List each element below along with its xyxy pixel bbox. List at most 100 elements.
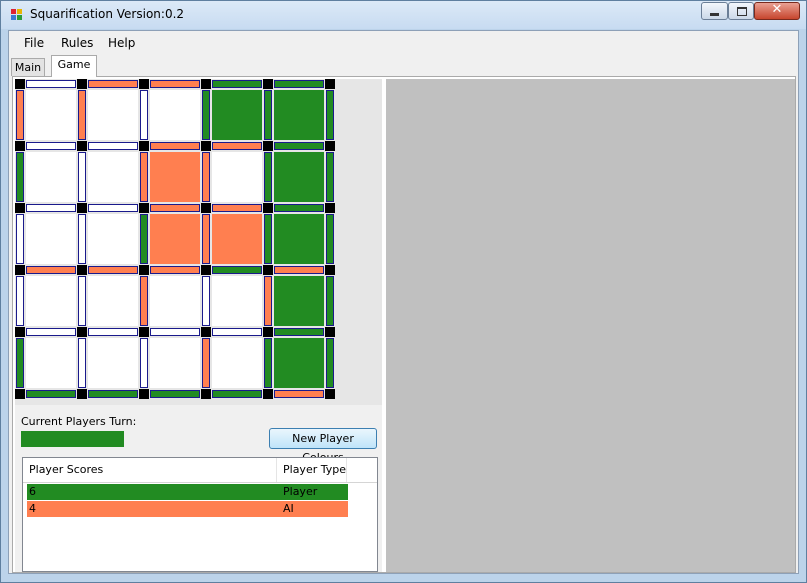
board-edge-vertical[interactable] (202, 90, 210, 140)
board-edge-vertical[interactable] (78, 152, 86, 202)
board-edge-vertical[interactable] (78, 338, 86, 388)
new-player-colours-button[interactable]: New Player Colours (269, 428, 377, 464)
board-edge-vertical[interactable] (16, 214, 24, 264)
board-edge-vertical[interactable] (202, 152, 210, 202)
board-edge-vertical[interactable] (264, 276, 272, 326)
tab-main[interactable]: Main (11, 58, 45, 76)
board-edge-horizontal[interactable] (274, 142, 324, 150)
board-edge-horizontal[interactable] (212, 142, 262, 150)
board-edge-vertical[interactable] (140, 152, 148, 202)
menu-rules[interactable]: Rules (61, 36, 93, 50)
board-edge-vertical[interactable] (264, 90, 272, 140)
board-edge-horizontal[interactable] (212, 204, 262, 212)
board-square[interactable] (26, 214, 76, 264)
minimize-button[interactable] (701, 2, 728, 20)
scores-list[interactable]: Player Scores Player Type 6 Player 4 AI (22, 457, 378, 572)
board-edge-horizontal[interactable] (88, 266, 138, 274)
board-edge-horizontal[interactable] (88, 142, 138, 150)
board-edge-vertical[interactable] (326, 276, 334, 326)
board-edge-vertical[interactable] (264, 152, 272, 202)
board-square[interactable] (150, 152, 200, 202)
board-edge-vertical[interactable] (16, 338, 24, 388)
board-square[interactable] (212, 338, 262, 388)
board-edge-horizontal[interactable] (88, 328, 138, 336)
board-square[interactable] (274, 214, 324, 264)
board-square[interactable] (26, 276, 76, 326)
board-edge-vertical[interactable] (16, 90, 24, 140)
board-edge-vertical[interactable] (326, 90, 334, 140)
board-edge-horizontal[interactable] (274, 328, 324, 336)
board-edge-horizontal[interactable] (26, 204, 76, 212)
board-edge-vertical[interactable] (264, 214, 272, 264)
board-edge-vertical[interactable] (202, 214, 210, 264)
board-square[interactable] (88, 90, 138, 140)
board-edge-vertical[interactable] (202, 338, 210, 388)
board-square[interactable] (150, 276, 200, 326)
column-player-scores[interactable]: Player Scores (23, 458, 277, 482)
board-edge-horizontal[interactable] (150, 80, 200, 88)
board-edge-horizontal[interactable] (274, 390, 324, 398)
board-edge-horizontal[interactable] (26, 142, 76, 150)
board-edge-horizontal[interactable] (150, 204, 200, 212)
column-player-type[interactable]: Player Type (277, 458, 347, 482)
board-edge-vertical[interactable] (140, 214, 148, 264)
board-edge-vertical[interactable] (140, 90, 148, 140)
board-square[interactable] (274, 338, 324, 388)
board-dot (15, 141, 25, 151)
board-edge-horizontal[interactable] (26, 266, 76, 274)
board-square[interactable] (88, 214, 138, 264)
board-edge-horizontal[interactable] (212, 80, 262, 88)
board-edge-vertical[interactable] (78, 90, 86, 140)
board-edge-horizontal[interactable] (274, 266, 324, 274)
menu-file[interactable]: File (24, 36, 44, 50)
board-edge-vertical[interactable] (16, 152, 24, 202)
board-edge-horizontal[interactable] (212, 328, 262, 336)
board-edge-horizontal[interactable] (150, 390, 200, 398)
board-square[interactable] (26, 152, 76, 202)
board-square[interactable] (26, 338, 76, 388)
board-edge-horizontal[interactable] (26, 328, 76, 336)
board-edge-horizontal[interactable] (88, 204, 138, 212)
board-edge-vertical[interactable] (326, 214, 334, 264)
board-edge-horizontal[interactable] (150, 142, 200, 150)
board-edge-horizontal[interactable] (88, 390, 138, 398)
board-edge-horizontal[interactable] (274, 204, 324, 212)
board-square[interactable] (212, 152, 262, 202)
board-edge-vertical[interactable] (78, 276, 86, 326)
board-edge-vertical[interactable] (140, 338, 148, 388)
close-button[interactable]: ✕ (754, 2, 800, 20)
board-edge-horizontal[interactable] (150, 328, 200, 336)
board-square[interactable] (150, 338, 200, 388)
board-edge-vertical[interactable] (140, 276, 148, 326)
board-square[interactable] (274, 276, 324, 326)
board-square[interactable] (88, 338, 138, 388)
menu-help[interactable]: Help (108, 36, 135, 50)
board-edge-vertical[interactable] (16, 276, 24, 326)
maximize-button[interactable] (728, 2, 754, 20)
board-edge-horizontal[interactable] (274, 80, 324, 88)
board-edge-vertical[interactable] (202, 276, 210, 326)
board-edge-horizontal[interactable] (212, 266, 262, 274)
board-square[interactable] (88, 152, 138, 202)
board-square[interactable] (88, 276, 138, 326)
board-square[interactable] (150, 90, 200, 140)
score-row[interactable]: 4 AI (27, 501, 348, 517)
score-row[interactable]: 6 Player (27, 484, 348, 500)
board-edge-horizontal[interactable] (212, 390, 262, 398)
board-edge-horizontal[interactable] (88, 80, 138, 88)
board-edge-vertical[interactable] (326, 338, 334, 388)
board-square[interactable] (212, 214, 262, 264)
board-square[interactable] (274, 90, 324, 140)
board-square[interactable] (26, 90, 76, 140)
board-edge-horizontal[interactable] (150, 266, 200, 274)
board-edge-vertical[interactable] (264, 338, 272, 388)
board-square[interactable] (212, 90, 262, 140)
board-edge-horizontal[interactable] (26, 80, 76, 88)
tab-game[interactable]: Game (51, 55, 97, 77)
board-square[interactable] (274, 152, 324, 202)
board-square[interactable] (212, 276, 262, 326)
board-edge-vertical[interactable] (326, 152, 334, 202)
board-edge-horizontal[interactable] (26, 390, 76, 398)
board-edge-vertical[interactable] (78, 214, 86, 264)
board-square[interactable] (150, 214, 200, 264)
